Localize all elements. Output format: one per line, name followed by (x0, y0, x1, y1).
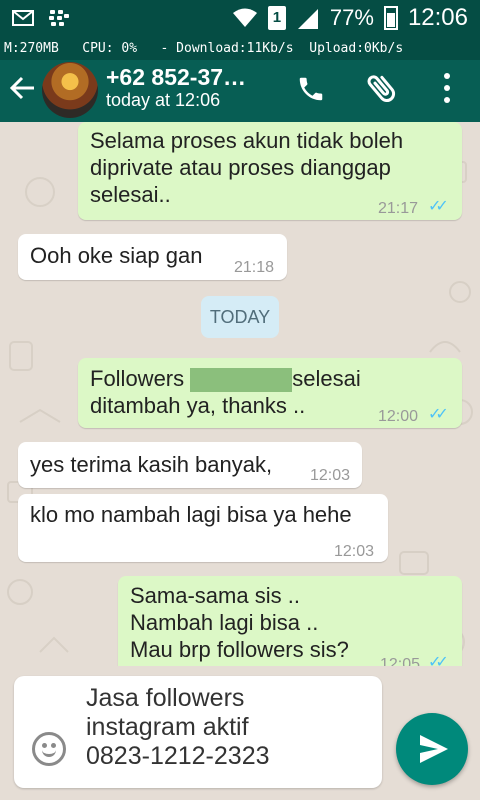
message-incoming[interactable]: Ooh oke siap gan 21:18 (18, 234, 287, 280)
chat-header: +62 852-37… today at 12:06 (0, 60, 480, 122)
system-indicators: 1 77% 12:06 (232, 4, 468, 32)
message-outgoing[interactable]: Sama-sama sis .. Nambah lagi bisa .. Mau… (118, 576, 462, 666)
message-time: 21:18 (234, 259, 275, 276)
call-button[interactable] (296, 74, 326, 109)
message-text: Selama proses akun tidak boleh diprivate… (90, 128, 404, 207)
message-text: Ooh oke siap gan (30, 243, 203, 268)
read-receipt-icon: ✓✓ (428, 654, 449, 666)
signal-icon (297, 9, 318, 29)
message-input[interactable]: Jasa followers instagram aktif 0823-1212… (14, 676, 382, 788)
message-text: yes terima kasih banyak, (30, 452, 273, 477)
more-options-button[interactable] (436, 68, 458, 108)
system-monitor-bar: M:270MB CPU: 0% - Download:11Kb/s Upload… (0, 38, 480, 60)
phone-icon (299, 77, 323, 101)
battery-icon (383, 6, 398, 30)
send-button[interactable] (396, 713, 468, 785)
message-outgoing[interactable]: Followers selesai ditambah ya, thanks ..… (78, 358, 462, 428)
date-divider: TODAY (201, 296, 279, 338)
message-outgoing[interactable]: Selama proses akun tidak boleh diprivate… (78, 122, 462, 220)
last-seen[interactable]: today at 12:06 (106, 90, 220, 111)
message-time: 12:05 (380, 656, 421, 666)
message-time: 12:03 (334, 543, 375, 560)
blackberry-icon (49, 10, 69, 26)
emoji-icon[interactable] (32, 732, 66, 766)
read-receipt-icon: ✓✓ (428, 198, 449, 215)
send-icon (420, 735, 448, 763)
sim-indicator: 1 (267, 6, 286, 30)
message-time: 12:00 (378, 408, 419, 425)
clock: 12:06 (407, 4, 468, 31)
status-bar: 1 77% 12:06 (0, 0, 480, 38)
more-vert-icon (444, 73, 450, 103)
avatar[interactable] (42, 62, 98, 118)
battery-percentage: 77% (329, 5, 374, 30)
wifi-icon (232, 8, 257, 27)
notification-icons (12, 8, 70, 28)
message-text: Followers selesai ditambah ya, thanks .. (90, 366, 361, 419)
paperclip-icon (367, 75, 396, 102)
attach-button[interactable] (364, 68, 400, 113)
message-incoming[interactable]: klo mo nambah lagi bisa ya hehe 12:03 (18, 494, 388, 562)
redacted-block (190, 368, 293, 393)
contact-name[interactable]: +62 852-37… (106, 64, 246, 91)
message-list[interactable]: Selama proses akun tidak boleh diprivate… (0, 122, 480, 666)
message-incoming[interactable]: yes terima kasih banyak, 12:03 (18, 442, 362, 488)
arrow-left-icon (9, 76, 34, 100)
message-input-text[interactable]: Jasa followers instagram aktif 0823-1212… (86, 684, 270, 771)
message-text: Sama-sama sis .. Nambah lagi bisa .. Mau… (130, 583, 349, 662)
message-time: 21:17 (378, 200, 419, 217)
read-receipt-icon: ✓✓ (428, 406, 449, 423)
message-text: klo mo nambah lagi bisa ya hehe (30, 502, 352, 527)
message-time: 12:03 (310, 467, 351, 484)
missed-call-icon (12, 10, 34, 26)
back-button[interactable] (8, 74, 36, 107)
